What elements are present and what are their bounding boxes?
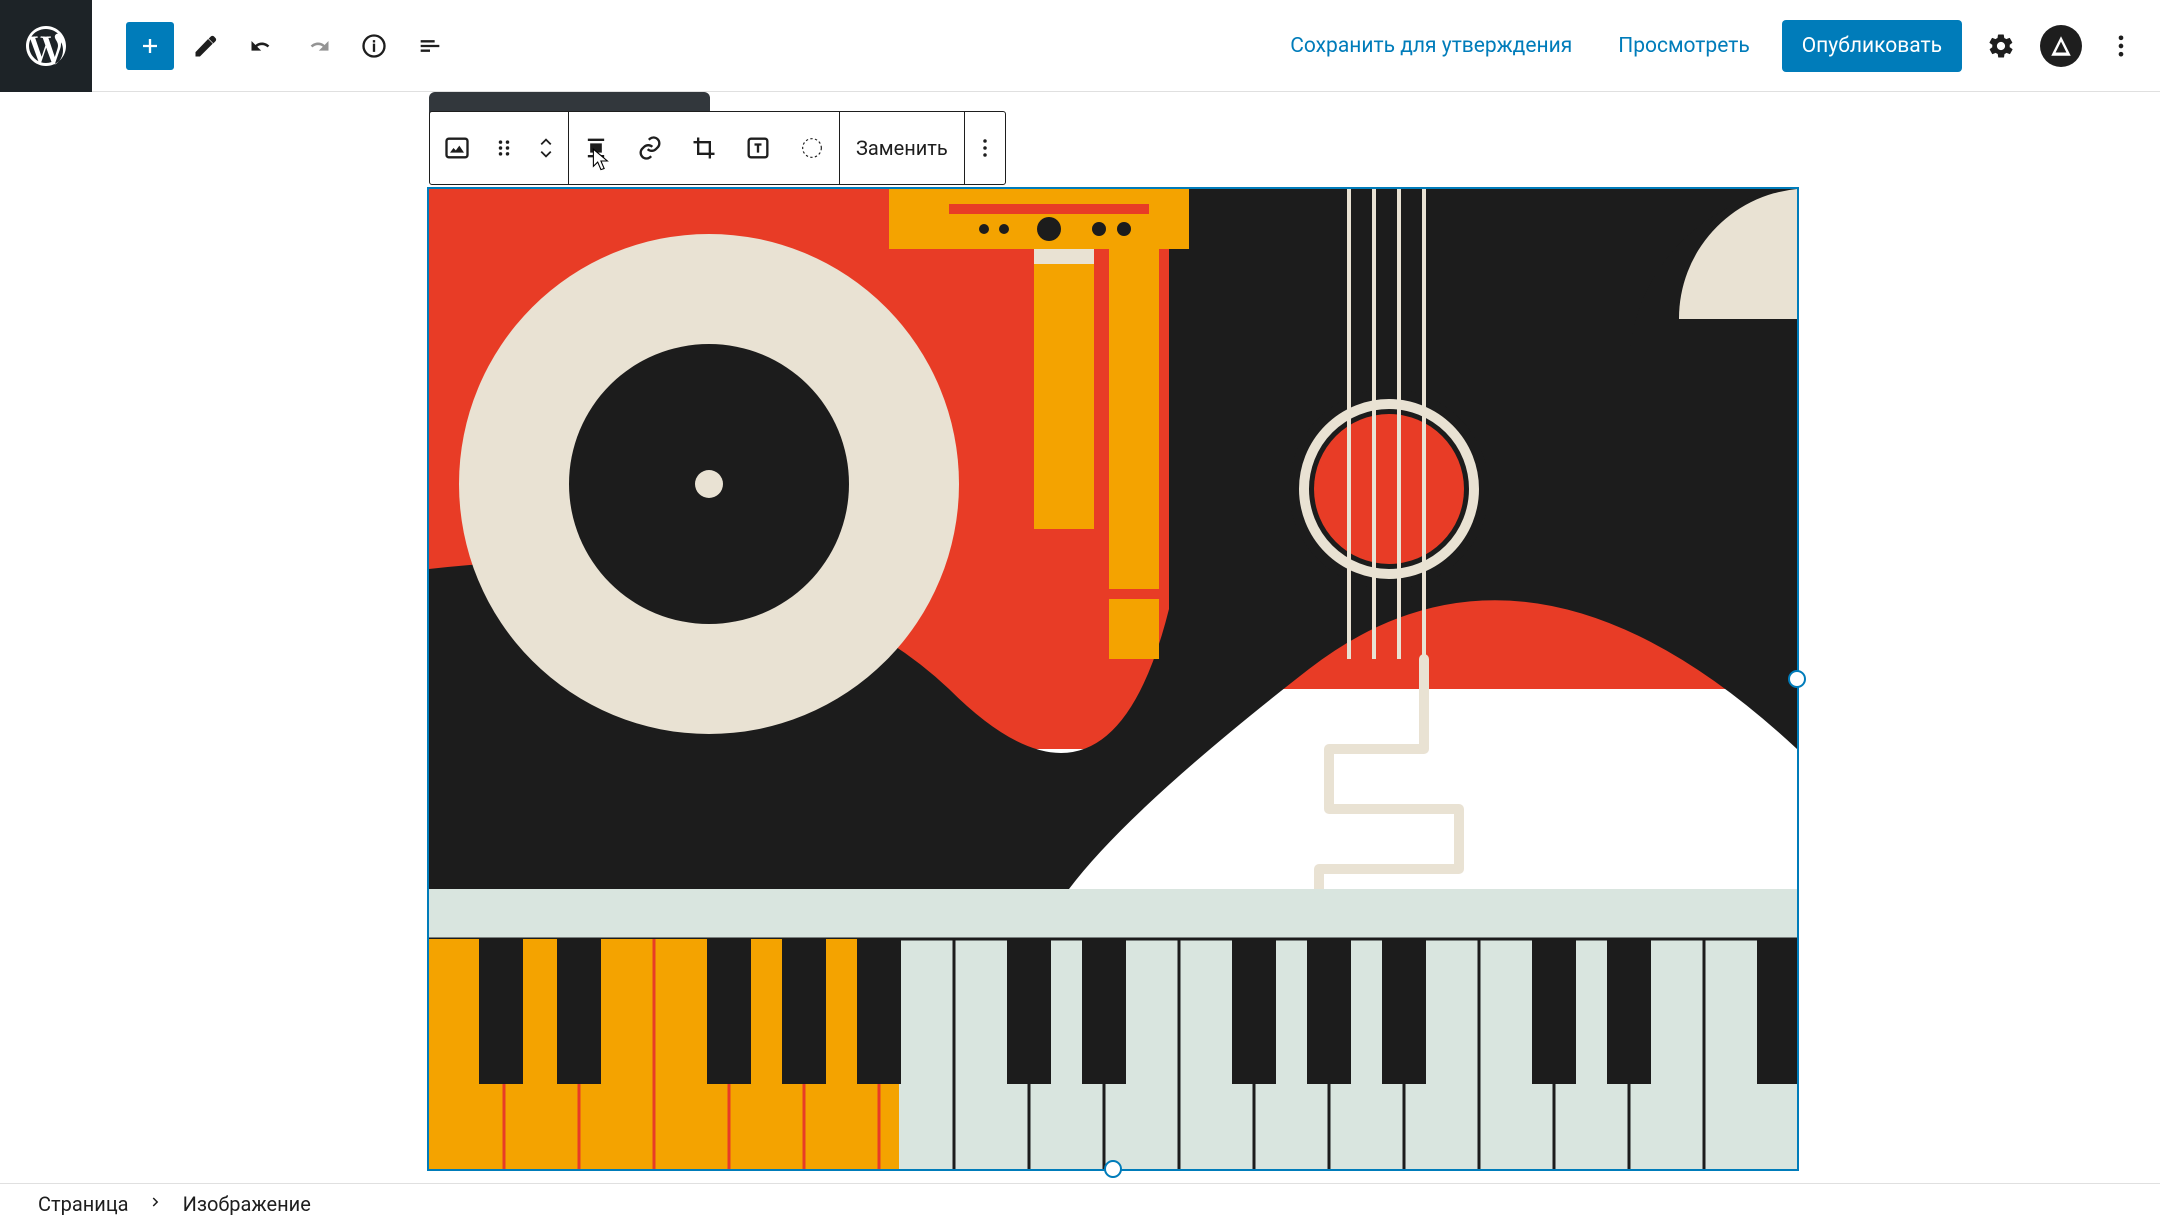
- image-block[interactable]: [429, 189, 1797, 1169]
- redo-button[interactable]: [294, 22, 342, 70]
- settings-button[interactable]: [1980, 25, 2022, 67]
- user-avatar[interactable]: [2040, 25, 2082, 67]
- replace-label: Заменить: [856, 136, 948, 160]
- cursor-icon: [588, 147, 616, 175]
- block-mover[interactable]: [524, 112, 568, 184]
- gear-icon: [1987, 32, 2015, 60]
- info-icon: [360, 32, 388, 60]
- editor-topbar: Сохранить для утверждения Просмотреть Оп…: [0, 0, 2160, 92]
- breadcrumb-image[interactable]: Изображение: [183, 1192, 311, 1216]
- editor-canvas: Нажмите на меня: [31, 92, 2160, 1183]
- undo-icon: [248, 32, 276, 60]
- save-for-approval-link[interactable]: Сохранить для утверждения: [1276, 24, 1586, 68]
- drag-handle[interactable]: [484, 112, 524, 184]
- chevron-right-icon: [147, 1193, 165, 1211]
- publish-button[interactable]: Опубликовать: [1782, 20, 1962, 72]
- drag-icon: [490, 134, 518, 162]
- image-icon: [443, 134, 471, 162]
- avatar-icon: [2048, 33, 2074, 59]
- add-block-button[interactable]: [126, 22, 174, 70]
- breadcrumb-separator: [147, 1192, 165, 1216]
- block-more-button[interactable]: [965, 112, 1005, 184]
- align-button[interactable]: [569, 112, 623, 184]
- preview-link[interactable]: Просмотреть: [1604, 24, 1764, 68]
- chevron-down-icon: [537, 148, 555, 160]
- wordpress-logo[interactable]: [0, 0, 92, 92]
- breadcrumb-page[interactable]: Страница: [38, 1192, 129, 1216]
- info-button[interactable]: [350, 22, 398, 70]
- text-overlay-button[interactable]: [731, 112, 785, 184]
- duotone-icon: [798, 134, 826, 162]
- wordpress-icon: [22, 22, 70, 70]
- kebab-icon: [2107, 32, 2135, 60]
- replace-button[interactable]: Заменить: [840, 112, 964, 184]
- undo-button[interactable]: [238, 22, 286, 70]
- topbar-right: Сохранить для утверждения Просмотреть Оп…: [1276, 20, 2160, 72]
- block-toolbar: Заменить: [429, 111, 1006, 185]
- duotone-button[interactable]: [785, 112, 839, 184]
- kebab-icon: [971, 134, 999, 162]
- link-button[interactable]: [623, 112, 677, 184]
- align-icon: [582, 134, 610, 162]
- block-breadcrumb: Страница Изображение: [0, 1183, 2160, 1223]
- artwork-image: [429, 189, 1797, 1169]
- list-icon: [416, 32, 444, 60]
- crop-icon: [690, 134, 718, 162]
- resize-handle-bottom[interactable]: [1104, 1160, 1122, 1178]
- more-options-button[interactable]: [2100, 25, 2142, 67]
- tools-button[interactable]: [182, 22, 230, 70]
- redo-icon: [304, 32, 332, 60]
- block-type-button[interactable]: [430, 112, 484, 184]
- chevron-up-icon: [537, 136, 555, 148]
- resize-handle-right[interactable]: [1788, 670, 1806, 688]
- text-on-image-icon: [744, 134, 772, 162]
- crop-button[interactable]: [677, 112, 731, 184]
- plus-icon: [136, 32, 164, 60]
- outline-button[interactable]: [406, 22, 454, 70]
- pencil-icon: [192, 32, 220, 60]
- link-icon: [636, 134, 664, 162]
